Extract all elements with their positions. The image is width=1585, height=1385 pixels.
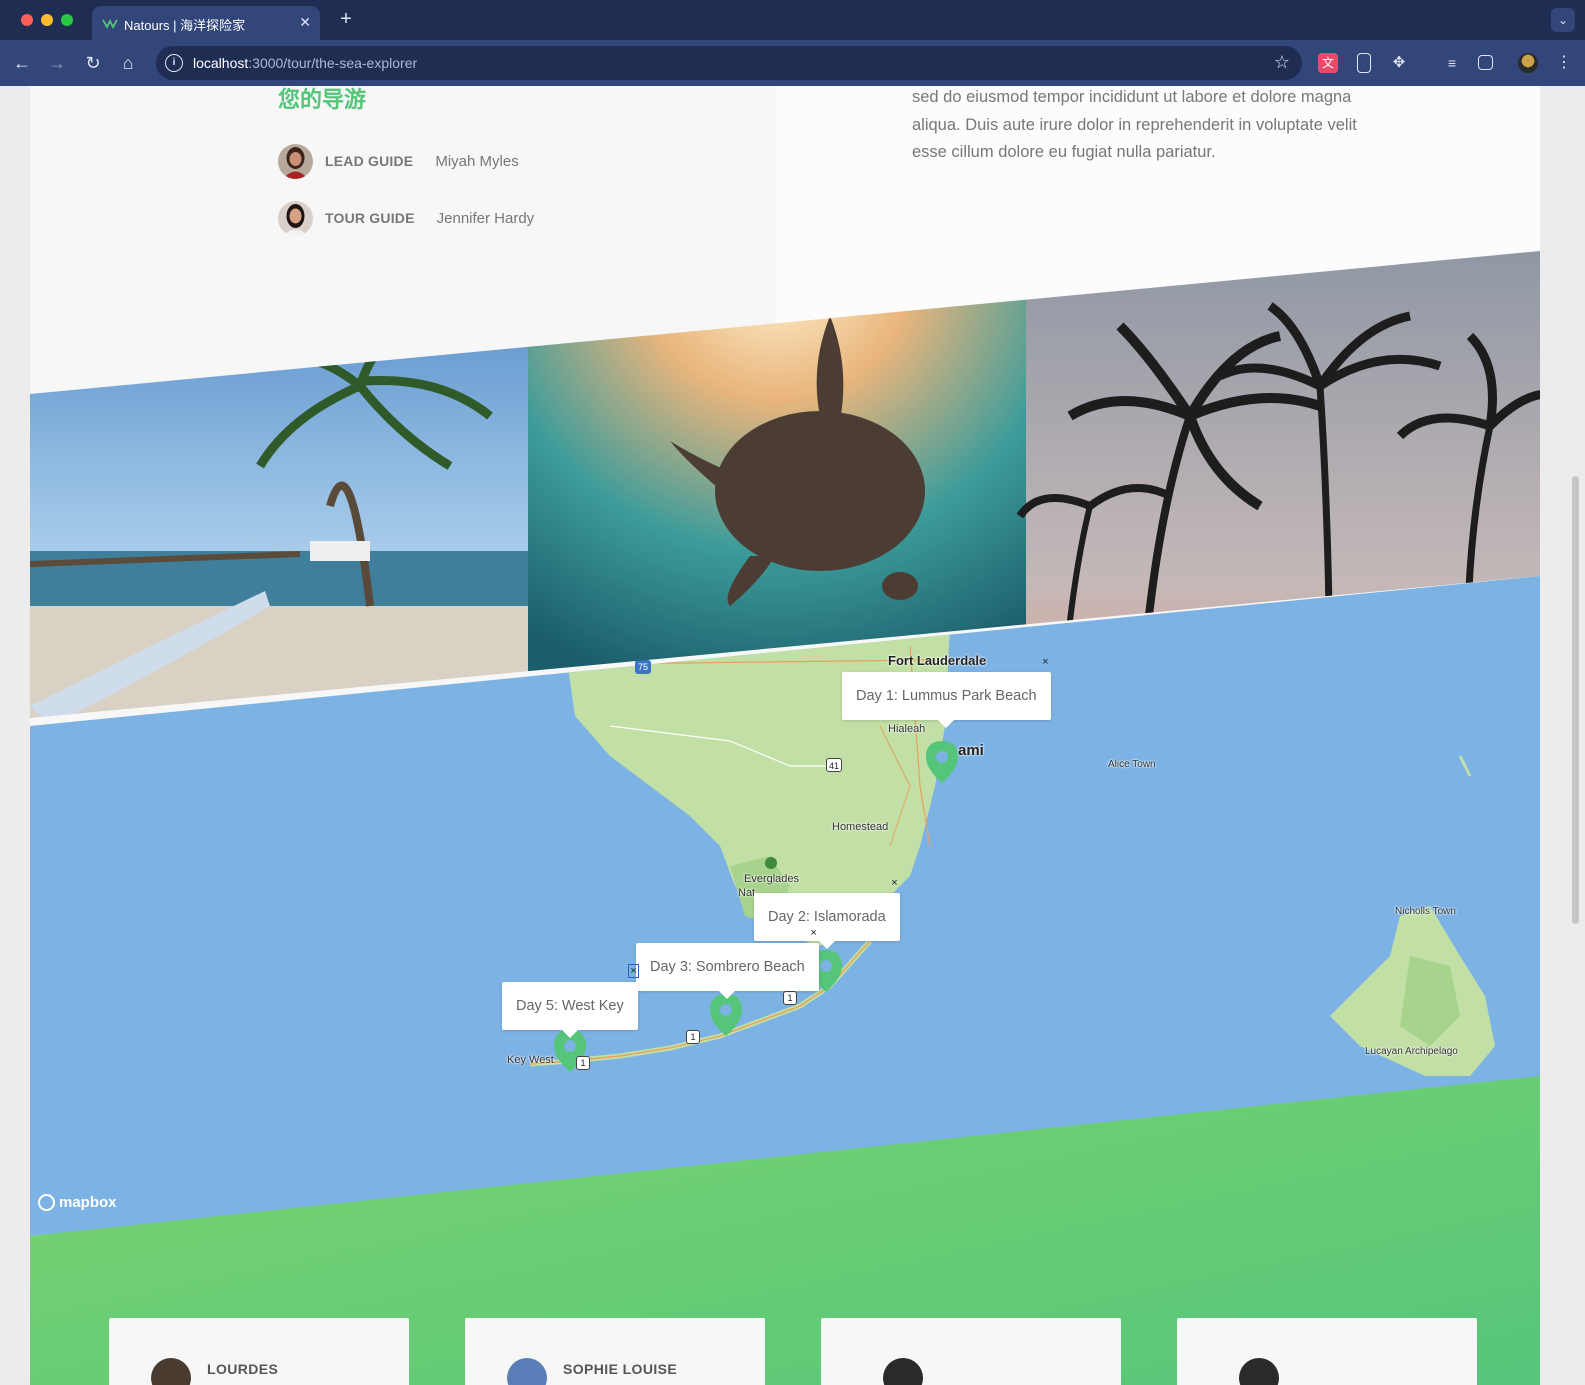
- close-window-button[interactable]: [21, 14, 33, 26]
- extensions-puzzle-icon[interactable]: ✥: [1389, 53, 1409, 73]
- natours-favicon-icon: [102, 18, 118, 29]
- map-popup-day5: Day 5: West Key ×: [502, 964, 639, 1038]
- browser-tab-strip: Natours | 海洋探险家 ✕ + ⌄: [0, 0, 1585, 40]
- mapbox-logo-icon: [38, 1193, 55, 1211]
- review-card: [821, 1318, 1121, 1385]
- mapbox-logo[interactable]: mapbox: [38, 1191, 117, 1213]
- url-text[interactable]: localhost:3000/tour/the-sea-explorer: [193, 55, 417, 71]
- tour-picture-2: [528, 251, 1026, 718]
- tour-picture-3: [1016, 251, 1540, 718]
- profile-avatar[interactable]: [1518, 53, 1538, 73]
- new-tab-button[interactable]: +: [334, 8, 358, 32]
- tour-pictures: [30, 251, 1540, 718]
- popup-close-icon[interactable]: ×: [628, 964, 639, 978]
- review-card: [1177, 1318, 1477, 1385]
- translate-extension-icon[interactable]: 文: [1318, 53, 1338, 73]
- side-panel-icon[interactable]: [1478, 55, 1493, 70]
- home-icon[interactable]: ⌂: [116, 51, 140, 75]
- popup-label: Day 5: West Key: [516, 998, 624, 1014]
- address-bar[interactable]: i localhost:3000/tour/the-sea-explorer ☆: [156, 46, 1302, 80]
- forward-arrow-icon[interactable]: →: [45, 51, 69, 75]
- tour-page: 您的导游 LEAD GUIDE Miyah Myles TOUR GUIDE J…: [30, 86, 1540, 1385]
- site-info-icon[interactable]: i: [165, 54, 183, 72]
- map-popup-day2: Day 2: Islamorada ×: [754, 877, 900, 949]
- browser-menu-icon[interactable]: ⋮: [1554, 53, 1574, 73]
- tab-title: Natours | 海洋探险家: [124, 18, 246, 33]
- reviewer-avatar: [151, 1358, 191, 1385]
- shield-extension-icon[interactable]: [1357, 53, 1371, 73]
- reading-list-icon[interactable]: ≡: [1442, 53, 1462, 73]
- browser-toolbar: ← → ↻ ⌂ i localhost:3000/tour/the-sea-ex…: [0, 40, 1585, 86]
- back-arrow-icon[interactable]: ←: [10, 51, 34, 75]
- review-card: SOPHIE LOUISE: [465, 1318, 765, 1385]
- bookmark-star-icon[interactable]: ☆: [1274, 52, 1290, 73]
- maximize-window-button[interactable]: [61, 14, 73, 26]
- popup-close-icon[interactable]: ×: [810, 927, 816, 939]
- browser-tab-active[interactable]: Natours | 海洋探险家 ✕: [92, 6, 320, 40]
- tab-list-chevron-icon[interactable]: ⌄: [1551, 8, 1575, 32]
- mapbox-wordmark: mapbox: [59, 1193, 117, 1211]
- popup-label: Day 3: Sombrero Beach: [650, 959, 805, 975]
- tour-picture-1: [30, 251, 528, 718]
- map-popup-day1: Day 1: Lummus Park Beach ×: [842, 656, 1051, 728]
- reviewer-avatar: [883, 1358, 923, 1385]
- reviewer-avatar: [1239, 1358, 1279, 1385]
- popup-close-icon[interactable]: ×: [1042, 656, 1048, 668]
- reviewer-avatar: [507, 1358, 547, 1385]
- tab-close-icon[interactable]: ✕: [299, 13, 311, 31]
- url-host: localhost: [193, 55, 249, 71]
- minimize-window-button[interactable]: [41, 14, 53, 26]
- reviewer-name: SOPHIE LOUISE: [563, 1361, 678, 1377]
- reload-icon[interactable]: ↻: [81, 51, 105, 75]
- popup-label: Day 1: Lummus Park Beach: [856, 688, 1037, 704]
- map-popup-day3: Day 3: Sombrero Beach ×: [636, 927, 819, 999]
- popup-label: Day 2: Islamorada: [768, 909, 886, 925]
- reviewer-name: LOURDES: [207, 1361, 279, 1377]
- review-card: LOURDES: [109, 1318, 409, 1385]
- url-path: :3000/tour/the-sea-explorer: [248, 55, 418, 71]
- popup-close-icon[interactable]: ×: [891, 877, 897, 889]
- page-scrollbar[interactable]: [1572, 476, 1579, 924]
